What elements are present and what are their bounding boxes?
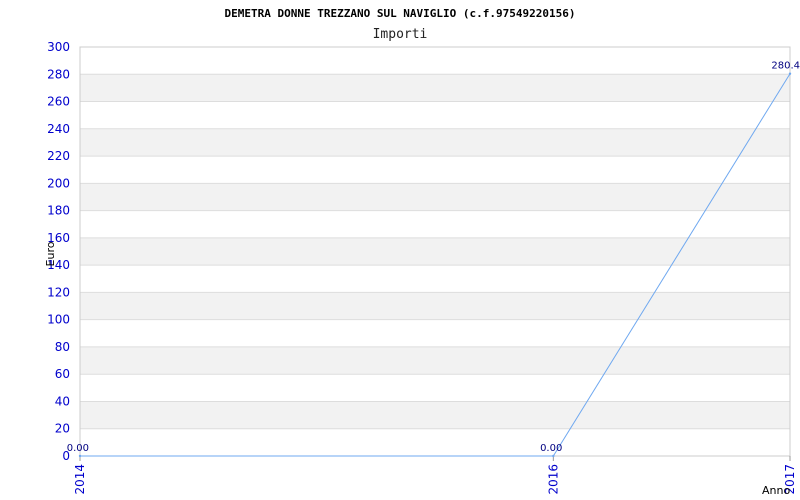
grid-band [80, 183, 790, 211]
y-tick-label: 280 [47, 67, 70, 81]
x-tick-label: 2014 [73, 464, 87, 495]
y-tick-label: 240 [47, 122, 70, 136]
plot-background-bands [80, 74, 790, 429]
y-axis-label: Euro [44, 241, 57, 266]
grid-band [80, 237, 790, 266]
y-tick-label: 60 [55, 367, 70, 381]
y-tick-label: 120 [47, 285, 70, 299]
x-axis-label: Anno [762, 484, 790, 497]
data-label: 0.00 [67, 443, 89, 454]
y-tick-label: 260 [47, 95, 70, 109]
y-tick-label: 220 [47, 149, 70, 163]
y-tick-label: 180 [47, 204, 70, 218]
x-axis-ticks: 2014 2016 2017 [73, 456, 797, 495]
data-point [78, 454, 82, 458]
grid-band [80, 401, 790, 429]
data-label: 0.00 [540, 443, 562, 454]
data-label: 280.4 [771, 61, 800, 72]
data-point [788, 72, 792, 75]
grid-band [80, 346, 790, 375]
y-tick-label: 40 [55, 394, 70, 408]
y-tick-label: 300 [47, 40, 70, 54]
y-tick-label: 200 [47, 176, 70, 190]
grid-band [80, 128, 790, 157]
data-point [552, 454, 555, 458]
grid-band [80, 292, 790, 320]
y-tick-label: 20 [55, 422, 70, 436]
chart-subtitle: Importi [373, 27, 428, 42]
chart-title: DEMETRA DONNE TREZZANO SUL NAVIGLIO (c.f… [225, 7, 576, 20]
y-tick-label: 80 [55, 340, 70, 354]
y-tick-label: 100 [47, 313, 70, 327]
x-tick-label: 2016 [546, 464, 560, 495]
grid-band [80, 74, 790, 102]
line-chart: DEMETRA DONNE TREZZANO SUL NAVIGLIO (c.f… [44, 7, 800, 497]
